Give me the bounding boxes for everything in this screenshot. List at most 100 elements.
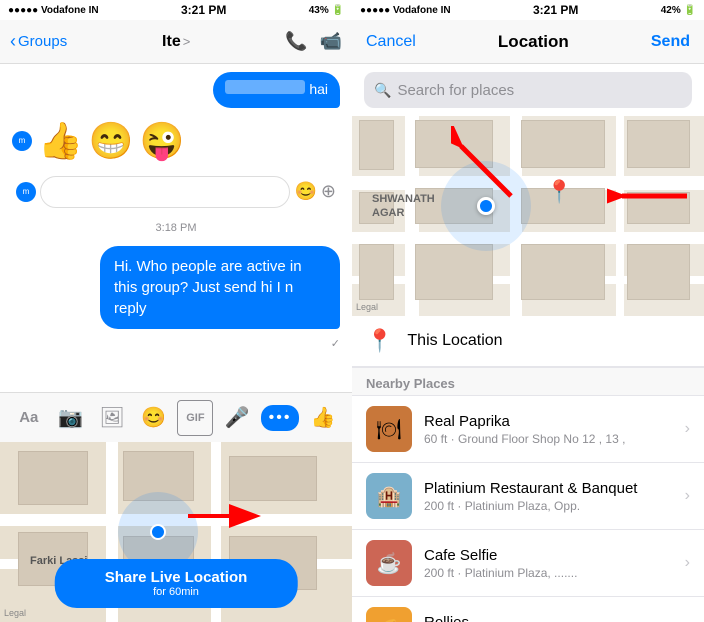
emoji-grin: 😁 [89, 120, 134, 162]
red-arrow-left-map [607, 176, 697, 216]
gif-button[interactable]: GIF [177, 400, 213, 436]
place-detail-0: 60 ft · Ground Floor Shop No 12 , 13 , [424, 432, 673, 446]
place-thumb-paprika: 🍽 [366, 406, 412, 452]
chevron-right-icon-0: › [685, 420, 690, 438]
red-arrow-up [451, 126, 531, 206]
place-row-0[interactable]: 🍽 Real Paprika 60 ft · Ground Floor Shop… [352, 396, 704, 463]
location-title: Location [498, 32, 569, 52]
nav-back-button[interactable]: ‹ Groups [10, 31, 67, 52]
this-location-label: This Location [407, 332, 502, 350]
timestamp-318: 3:18 PM [12, 222, 340, 234]
mr-b9 [359, 244, 394, 300]
place-info-1: Platinium Restaurant & Banquet 200 ft · … [424, 480, 673, 513]
place-name-3: Rollies [424, 614, 673, 622]
place-thumb-rollies: 🍕 [366, 607, 412, 622]
place-thumb-cafe: ☕ [366, 540, 412, 586]
photo-button[interactable]: 🖼 [94, 400, 130, 436]
battery-right: 42% 🔋 [661, 5, 696, 16]
nav-title-left: Ite [162, 33, 181, 51]
toolbar-left: Aa 📷 🖼 😊 GIF 🎤 ••• 👍 [0, 392, 352, 442]
map-right: SHWANATH AGAR 📍 Legal [352, 116, 704, 316]
building-1 [18, 451, 88, 505]
phone-icon[interactable]: 📞 [285, 31, 307, 52]
aa-button[interactable]: Aa [11, 400, 47, 436]
mr-b10 [415, 244, 492, 300]
status-bar-right: ●●●●● Vodafone IN 3:21 PM 42% 🔋 [352, 0, 704, 20]
building-3 [229, 456, 317, 501]
search-icon: 🔍 [374, 82, 391, 99]
right-panel: ●●●●● Vodafone IN 3:21 PM 42% 🔋 Cancel L… [352, 0, 704, 622]
share-live-sub: for 60min [105, 586, 248, 598]
battery-left: 43% 🔋 [309, 5, 344, 16]
map-bottom-left: Farki Lassi Legal Share Live Location fo… [0, 442, 352, 622]
cancel-button[interactable]: Cancel [366, 33, 416, 51]
nav-bar-right: Cancel Location Send [352, 20, 704, 64]
place-thumb-platinium: 🏨 [366, 473, 412, 519]
input-row: m 😊 ⊕ [12, 174, 340, 210]
road-rv3 [616, 116, 624, 316]
message-hi: Hi. Who people are active in this group?… [100, 246, 340, 329]
nav-title-suffix: > [183, 34, 191, 49]
share-live-location-button[interactable]: Share Live Location for 60min [55, 559, 298, 608]
message-input-bubble [40, 176, 290, 208]
messenger-avatar: m [12, 131, 32, 151]
place-row-3[interactable]: 🍕 Rollies 100 ft · 10, Ground Floor, Pav… [352, 597, 704, 622]
red-pin-icon: 📍 [546, 179, 573, 205]
red-arrow-right-left [183, 496, 263, 536]
share-live-label: Share Live Location [105, 569, 248, 586]
place-detail-1: 200 ft · Platinium Plaza, Opp. [424, 499, 673, 513]
location-list: 📍 This Location Nearby Places 🍽 Real Pap… [352, 316, 704, 622]
legal-text-left: Legal [4, 608, 26, 618]
send-button[interactable]: Send [651, 33, 690, 51]
time-right: 3:21 PM [533, 3, 578, 17]
back-chevron-icon: ‹ [10, 31, 16, 52]
mr-b3 [521, 120, 605, 168]
message-right-redacted: hai [213, 72, 340, 108]
carrier-left: ●●●●● Vodafone IN [8, 5, 99, 16]
like-button[interactable]: 👍 [305, 400, 341, 436]
mr-b4 [627, 120, 690, 168]
map-bg-right: SHWANATH AGAR 📍 Legal [352, 116, 704, 316]
mr-b11 [521, 244, 605, 300]
mr-b12 [627, 244, 690, 300]
place-name-2: Cafe Selfie [424, 547, 673, 564]
place-info-3: Rollies 100 ft · 10, Ground Floor, Pavil… [424, 614, 673, 622]
nav-icons-left: 📞 📹 [285, 31, 342, 52]
nearby-places-header: Nearby Places [352, 367, 704, 396]
emoji-row: m 👍 😁 😜 [12, 116, 340, 166]
place-name-1: Platinium Restaurant & Banquet [424, 480, 673, 497]
read-check: ✓ [331, 337, 340, 350]
left-panel: ●●●●● Vodafone IN 3:21 PM 43% 🔋 ‹ Groups… [0, 0, 352, 622]
nav-bar-left: ‹ Groups Ite > 📞 📹 [0, 20, 352, 64]
place-row-2[interactable]: ☕ Cafe Selfie 200 ft · Platinium Plaza, … [352, 530, 704, 597]
place-detail-2: 200 ft · Platinium Plaza, ....... [424, 566, 673, 580]
search-bar[interactable]: 🔍 Search for places [364, 72, 692, 108]
place-info-2: Cafe Selfie 200 ft · Platinium Plaza, ..… [424, 547, 673, 580]
chevron-right-icon-1: › [685, 487, 690, 505]
status-bar-left: ●●●●● Vodafone IN 3:21 PM 43% 🔋 [0, 0, 352, 20]
shwanath-label: SHWANATH AGAR [372, 192, 435, 221]
message-hai: hai [309, 81, 328, 97]
nav-back-label: Groups [18, 33, 67, 50]
camera-button[interactable]: 📷 [52, 400, 88, 436]
add-icon[interactable]: ⊕ [321, 181, 336, 202]
messenger-avatar-2: m [16, 182, 36, 202]
this-location-row[interactable]: 📍 This Location [352, 316, 704, 367]
mr-b1 [359, 120, 394, 170]
messages-area: hai m 👍 😁 😜 m 😊 ⊕ 3:18 PM Hi. Who people… [0, 64, 352, 392]
carrier-right: ●●●●● Vodafone IN [360, 5, 451, 16]
redacted-text [225, 80, 305, 94]
emoji-silly: 😜 [140, 120, 185, 162]
video-icon[interactable]: 📹 [320, 31, 342, 52]
place-name-0: Real Paprika [424, 413, 673, 430]
chevron-right-icon-2: › [685, 554, 690, 572]
emoji-button[interactable]: 😊 [136, 400, 172, 436]
this-location-pin-icon: 📍 [366, 328, 393, 354]
legal-text-right: Legal [356, 302, 378, 312]
location-dot-left [150, 524, 166, 540]
time-left: 3:21 PM [181, 3, 226, 17]
more-button[interactable]: ••• [261, 405, 300, 431]
emoji-thumbsup: 👍 [38, 120, 83, 162]
place-row-1[interactable]: 🏨 Platinium Restaurant & Banquet 200 ft … [352, 463, 704, 530]
mic-button[interactable]: 🎤 [219, 400, 255, 436]
